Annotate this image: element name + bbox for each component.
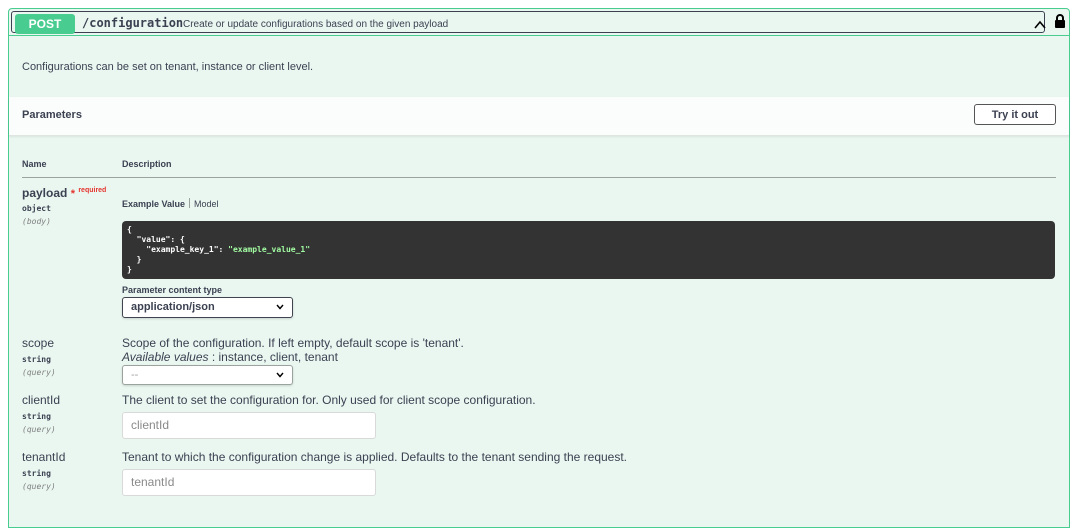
param-type-clientid: string [22, 412, 51, 421]
content-type-select[interactable]: application/json [122, 297, 293, 318]
chevron-down-icon [276, 372, 284, 378]
code-string-value: "example_value_1" [228, 245, 311, 254]
param-in-tenantid: (query) [22, 482, 56, 491]
available-values-list: : instance, client, tenant [208, 350, 338, 364]
param-in-payload: (body) [22, 217, 51, 226]
operation-summary[interactable]: POST /configuration Create or update con… [9, 9, 1069, 36]
param-type-payload: object [22, 204, 51, 213]
scope-select[interactable]: -- [122, 365, 293, 385]
chevron-down-icon [276, 304, 284, 310]
param-desc-scope: Scope of the configuration. If left empt… [122, 336, 464, 350]
operation-description: Configurations can be set on tenant, ins… [22, 61, 314, 73]
param-type-tenantid: string [22, 469, 51, 478]
column-header-name: Name [22, 159, 47, 169]
scope-select-value: -- [131, 369, 139, 381]
param-type-scope: string [22, 355, 51, 364]
code-line: } [127, 255, 142, 264]
param-in-scope: (query) [22, 368, 56, 377]
param-desc-clientid: The client to set the configuration for.… [122, 393, 536, 407]
param-name-clientid: clientId [22, 393, 61, 407]
example-model-tabs: Example Value Model [122, 198, 219, 209]
content-type-value: application/json [131, 301, 215, 313]
clientid-input[interactable]: clientId [122, 412, 376, 439]
tab-model[interactable]: Model [194, 199, 219, 209]
required-label: required [78, 187, 107, 194]
tab-example-value[interactable]: Example Value [122, 199, 185, 209]
column-header-description: Description [122, 159, 172, 169]
header-divider [22, 177, 1056, 178]
parameters-title: Parameters [22, 109, 82, 121]
code-line: } [127, 265, 132, 274]
method-badge: POST [15, 14, 75, 34]
tab-divider [189, 198, 191, 208]
tenantid-input[interactable]: tenantId [122, 469, 376, 496]
param-in-clientid: (query) [22, 425, 56, 434]
param-name-payload-text: payload [22, 186, 68, 200]
code-line: "value": { [127, 235, 185, 244]
chevron-up-icon[interactable] [1033, 18, 1047, 32]
lock-icon[interactable] [1053, 13, 1067, 29]
param-name-scope: scope [22, 336, 55, 350]
operation-summary-bar[interactable]: POST /configuration Create or update con… [11, 11, 1047, 34]
code-key: "example_key_1": [127, 245, 229, 254]
param-name-payload: payload * required [22, 186, 106, 200]
code-line: { [127, 225, 132, 234]
operation-summary-text: Create or update configurations based on… [183, 19, 449, 30]
content-type-label: Parameter content type [122, 285, 223, 295]
operation-block: POST /configuration Create or update con… [8, 8, 1070, 528]
parameters-header: Parameters Try it out [9, 97, 1069, 136]
required-star: * [70, 188, 75, 200]
available-values-label: Available values [122, 350, 209, 364]
param-name-tenantid: tenantId [22, 450, 66, 464]
example-value-code: { "value": { "example_key_1": "example_v… [122, 221, 1055, 279]
available-values: Available values : instance, client, ten… [122, 350, 338, 364]
try-it-out-button[interactable]: Try it out [974, 104, 1056, 125]
operation-path: /configuration [82, 16, 184, 30]
param-desc-tenantid: Tenant to which the configuration change… [122, 450, 628, 464]
